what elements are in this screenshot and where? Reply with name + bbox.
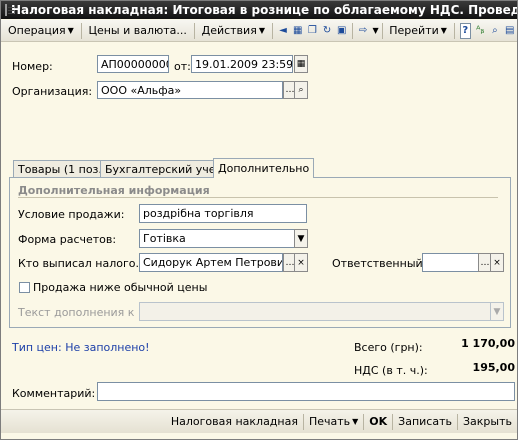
- toolbar-separator: [271, 22, 273, 39]
- operation-label: Операция: [8, 24, 66, 37]
- below-price-checkbox[interactable]: [19, 282, 30, 293]
- goto-menu[interactable]: Перейти ▼: [385, 24, 451, 37]
- vat-value: 195,00: [472, 361, 515, 374]
- goto-label: Перейти: [389, 24, 439, 37]
- window-title: Налоговая накладная: Итоговая в рознице …: [11, 3, 517, 17]
- date-from-label: от:: [174, 60, 191, 73]
- vat-label: НДС (в т. ч.):: [354, 364, 428, 377]
- search-icon[interactable]: ⌕: [490, 23, 501, 39]
- prices-currency-button[interactable]: Цены и валюта...: [84, 24, 190, 37]
- back-icon[interactable]: ◄: [278, 23, 289, 39]
- addendum-label: Текст дополнения к ...: [18, 306, 149, 319]
- print-label: Печать: [308, 415, 351, 428]
- tax-invoice-button[interactable]: Налоговая накладная: [166, 415, 303, 428]
- total-value: 1 170,00: [461, 337, 515, 350]
- responsible-label: Ответственный:: [332, 257, 427, 270]
- refresh-icon[interactable]: ↻: [322, 23, 333, 39]
- document-icon: [5, 4, 14, 16]
- chevron-down-icon: ▼: [352, 417, 359, 426]
- toolbar-separator: [193, 22, 195, 39]
- number-label: Номер:: [12, 60, 53, 73]
- payment-form-select[interactable]: Готівка: [139, 229, 295, 248]
- chevron-down-icon[interactable]: ▼: [372, 26, 378, 35]
- below-price-label: Продажа ниже обычной цены: [33, 281, 208, 294]
- comment-label: Комментарий:: [12, 387, 96, 400]
- total-label: Всего (грн):: [354, 341, 423, 354]
- tab-additional[interactable]: Дополнительно: [213, 158, 315, 178]
- tab-accounting[interactable]: Бухгалтерский учет: [100, 160, 227, 178]
- chevron-down-icon: ▼: [258, 26, 265, 35]
- help-icon[interactable]: ?: [459, 22, 471, 39]
- structure-icon[interactable]: ▦: [292, 23, 303, 39]
- spelling-icon[interactable]: ᴬᵦ: [475, 23, 486, 39]
- toolbar-separator: [80, 22, 82, 39]
- operation-menu[interactable]: Операция ▼: [4, 24, 78, 37]
- toolbar: Операция ▼ Цены и валюта... Действия ▼ ◄ ▦…: [1, 20, 517, 42]
- organization-field[interactable]: ООО «Альфа»: [97, 81, 283, 99]
- chevron-down-icon: ▼: [440, 26, 447, 35]
- issued-by-label: Кто выписал налого...: [18, 257, 146, 270]
- organization-label: Организация:: [12, 85, 93, 98]
- group-divider: [18, 197, 498, 198]
- actions-menu[interactable]: Действия ▼: [198, 24, 269, 37]
- bottom-command-bar: Налоговая накладная Печать ▼ OK Записать …: [1, 409, 517, 433]
- chevron-down-icon: ▼: [67, 26, 74, 35]
- sale-condition-field[interactable]: роздрібна торгівля: [139, 204, 307, 223]
- post-icon[interactable]: ▣: [336, 23, 347, 39]
- sale-condition-label: Условие продажи:: [18, 208, 125, 221]
- toolbar-separator: [381, 22, 383, 39]
- print-menu[interactable]: Печать ▼: [304, 415, 363, 428]
- print-preview-icon[interactable]: ▤: [504, 23, 515, 39]
- calendar-icon[interactable]: ▦: [294, 55, 308, 73]
- group-title: Дополнительная информация: [18, 184, 210, 197]
- issued-by-field[interactable]: Сидорук Артем Петрович: [139, 253, 283, 272]
- tab-goods[interactable]: Товары (1 поз.): [13, 160, 112, 178]
- title-bar: Налоговая накладная: Итоговая в рознице …: [1, 1, 517, 19]
- date-field[interactable]: 19.01.2009 23:59:57: [191, 55, 293, 73]
- payment-form-label: Форма расчетов:: [18, 233, 117, 246]
- actions-label: Действия: [201, 24, 257, 37]
- clear-icon[interactable]: ×: [490, 253, 504, 272]
- document-window: Налоговая накладная: Итоговая в рознице …: [0, 0, 518, 440]
- toolbar-separator: [453, 22, 455, 39]
- based-on-icon[interactable]: ⇨: [358, 23, 369, 39]
- open-search-icon[interactable]: ⌕: [294, 81, 308, 99]
- copy-icon[interactable]: ❐: [307, 23, 318, 39]
- comment-field[interactable]: [97, 382, 515, 401]
- close-button[interactable]: Закрыть: [458, 415, 517, 428]
- toolbar-separator: [352, 22, 353, 39]
- number-field[interactable]: АП000000002: [97, 55, 169, 73]
- chevron-down-icon[interactable]: ▼: [294, 229, 308, 248]
- clear-icon[interactable]: ×: [294, 253, 308, 272]
- ok-button[interactable]: OK: [364, 415, 392, 428]
- addendum-select[interactable]: [139, 302, 491, 321]
- price-type-link[interactable]: Тип цен: Не заполнено!: [12, 341, 150, 354]
- chevron-down-icon[interactable]: ▼: [490, 302, 504, 321]
- save-button[interactable]: Записать: [393, 415, 457, 428]
